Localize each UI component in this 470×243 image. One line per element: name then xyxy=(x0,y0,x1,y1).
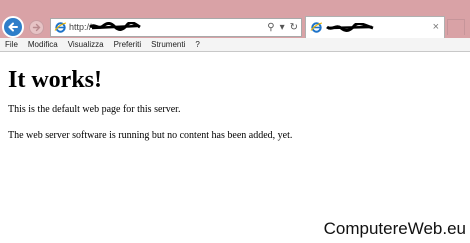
menu-favorites[interactable]: Preferiti xyxy=(114,39,142,51)
page-heading: It works! xyxy=(8,67,102,93)
menu-view[interactable]: Visualizza xyxy=(68,39,104,51)
redacted-tab-title-scribble xyxy=(326,23,374,32)
dropdown-icon[interactable]: ▾ xyxy=(280,20,285,35)
redacted-url-scribble xyxy=(89,22,141,31)
menu-file[interactable]: File xyxy=(5,39,18,51)
ie-logo-icon xyxy=(310,22,323,33)
browser-tab-active[interactable]: × xyxy=(305,16,445,38)
address-tools: ⚲ ▾ ↻ xyxy=(267,20,298,35)
menu-tools[interactable]: Strumenti xyxy=(151,39,185,51)
back-arrow-icon xyxy=(8,22,18,32)
menu-bar: File Modifica Visualizza Preferiti Strum… xyxy=(0,38,470,52)
page-content: It works! This is the default web page f… xyxy=(0,53,470,243)
back-button[interactable] xyxy=(2,16,24,38)
menu-edit[interactable]: Modifica xyxy=(28,39,58,51)
close-icon[interactable]: × xyxy=(433,20,439,34)
paragraph-default-page: This is the default web page for this se… xyxy=(8,104,181,115)
ie-logo-icon xyxy=(54,22,67,33)
forward-button[interactable] xyxy=(29,20,44,35)
refresh-icon[interactable]: ↻ xyxy=(290,20,298,35)
paragraph-server-running: The web server software is running but n… xyxy=(8,130,293,141)
search-icon[interactable]: ⚲ xyxy=(267,20,274,35)
browser-toolbar: http:// ⚲ ▾ ↻ × xyxy=(0,0,470,38)
new-tab-button[interactable] xyxy=(447,19,465,35)
address-bar[interactable]: http:// ⚲ ▾ ↻ xyxy=(50,18,302,37)
forward-arrow-icon xyxy=(32,23,41,32)
menu-help[interactable]: ? xyxy=(195,39,199,51)
watermark: ComputereWeb.eu xyxy=(323,219,466,238)
